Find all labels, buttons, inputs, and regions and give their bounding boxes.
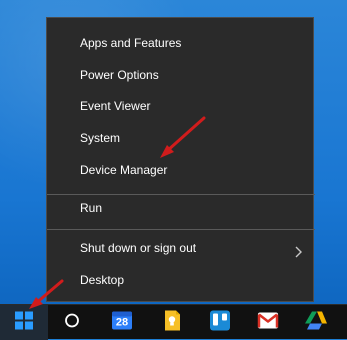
gmail-taskbar-button[interactable] (246, 305, 290, 340)
google-keep-taskbar-button[interactable] (150, 305, 194, 340)
menu-item-system[interactable]: System (47, 126, 315, 150)
menu-item-apps-and-features[interactable]: Apps and Features (47, 31, 315, 55)
calendar-icon: 28 (111, 309, 133, 336)
cortana-search-button[interactable] (48, 305, 96, 340)
menu-item-power-options[interactable]: Power Options (47, 63, 315, 87)
gmail-icon (257, 311, 279, 334)
menu-item-event-viewer[interactable]: Event Viewer (47, 94, 315, 118)
menu-item-shut-down-or-sign-out[interactable]: Shut down or sign out (47, 236, 315, 260)
cortana-search-icon (64, 312, 80, 333)
trello-icon (210, 310, 230, 335)
menu-divider-top (47, 194, 315, 195)
menu-item-run[interactable]: Run (47, 196, 315, 220)
calendar-day-label: 28 (116, 316, 128, 328)
menu-divider-bottom (47, 229, 315, 230)
google-keep-icon (163, 309, 181, 336)
windows-start-icon (15, 311, 33, 334)
taskbar: 28 (0, 304, 347, 340)
menu-item-desktop[interactable]: Desktop (47, 268, 315, 292)
trello-taskbar-button[interactable] (198, 305, 242, 340)
chevron-right-icon (295, 242, 303, 258)
google-drive-taskbar-button[interactable] (294, 305, 338, 340)
winx-context-menu: Apps and Features Power Options Event Vi… (46, 17, 315, 302)
calendar-taskbar-button[interactable]: 28 (100, 305, 144, 340)
menu-item-device-manager[interactable]: Device Manager (47, 158, 315, 182)
start-button[interactable] (0, 305, 48, 340)
menu-item-shut-down-label: Shut down or sign out (80, 241, 197, 255)
google-drive-icon (305, 310, 327, 335)
